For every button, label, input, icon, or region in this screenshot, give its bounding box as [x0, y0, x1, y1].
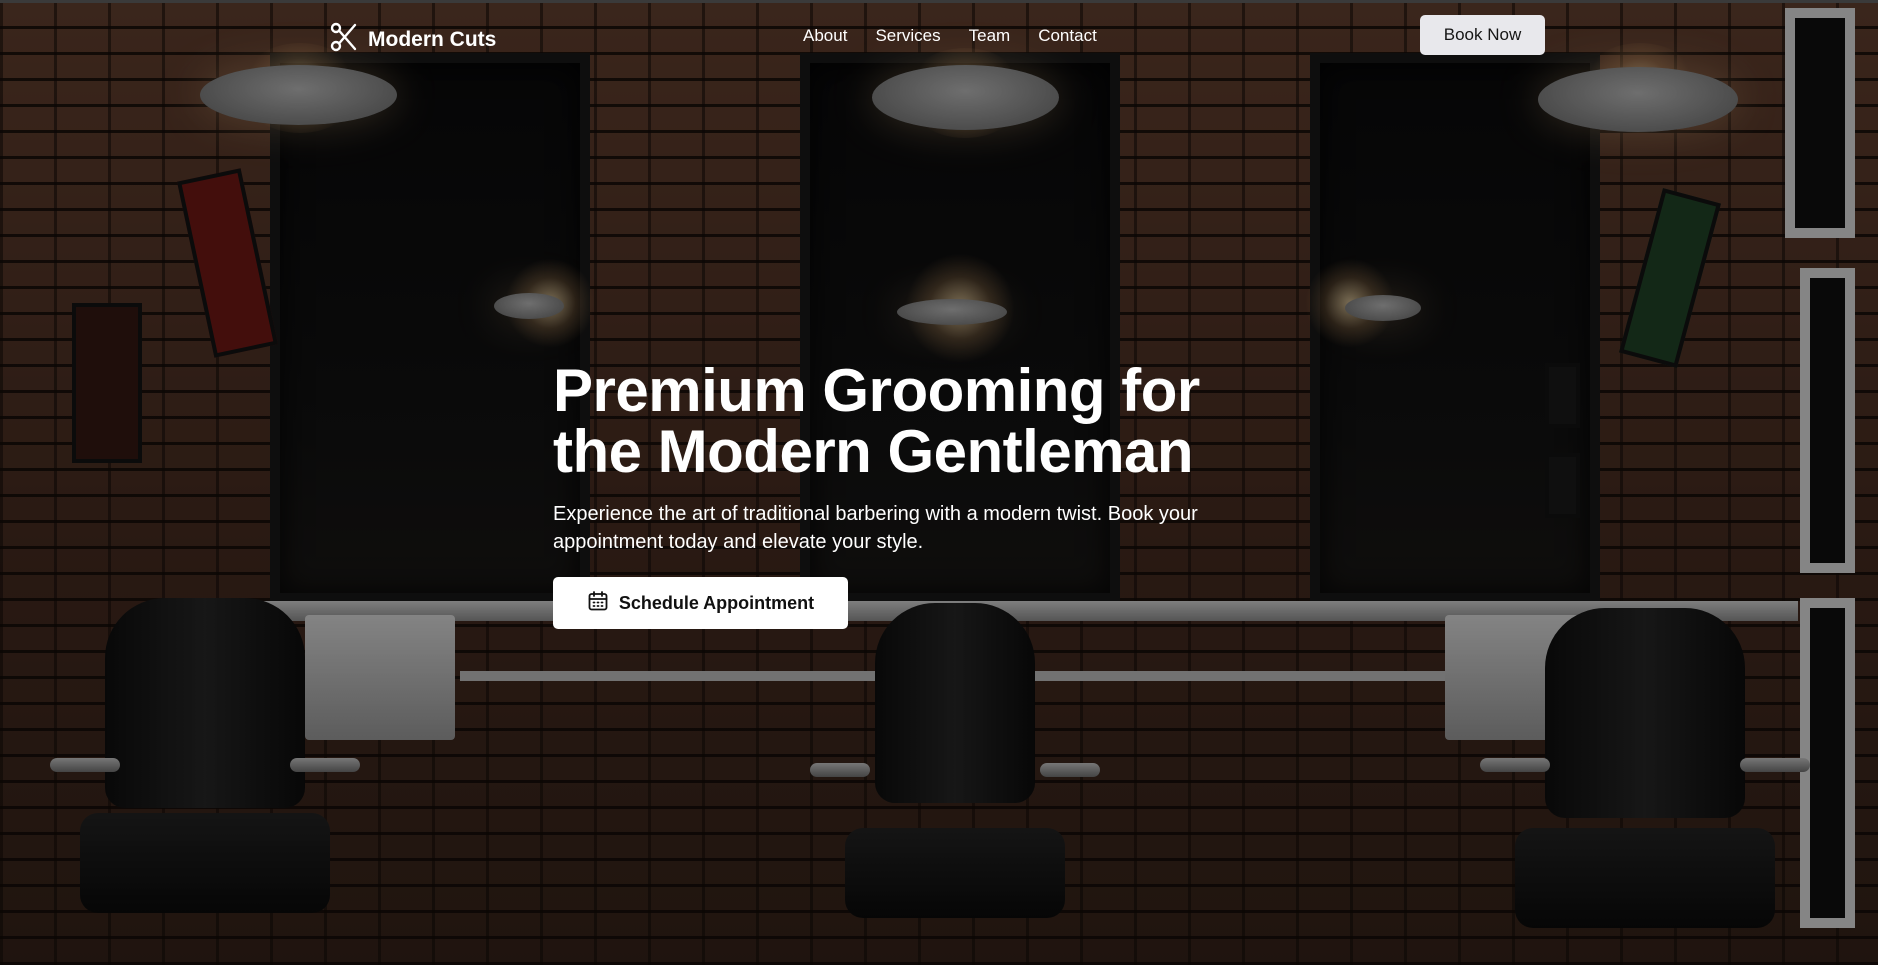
hero-content: Premium Grooming for the Modern Gentlema… [553, 360, 1273, 629]
hero-headline: Premium Grooming for the Modern Gentlema… [553, 360, 1273, 482]
nav-links: About Services Team Contact [803, 26, 1097, 46]
book-now-button[interactable]: Book Now [1420, 15, 1545, 55]
nav-link-team[interactable]: Team [969, 26, 1011, 46]
hero-headline-line-1: Premium Grooming for [553, 357, 1200, 424]
scissors-icon [330, 22, 358, 57]
hero-subtitle: Experience the art of traditional barber… [553, 503, 1198, 553]
top-navbar: Modern Cuts About Services Team Contact … [0, 3, 1878, 71]
schedule-appointment-label: Schedule Appointment [618, 592, 815, 613]
brand-logo-link[interactable]: Modern Cuts [330, 22, 496, 57]
hero-headline-line-2: the Modern Gentleman [553, 418, 1194, 485]
calendar-icon [587, 590, 609, 617]
nav-link-contact[interactable]: Contact [1038, 26, 1097, 46]
nav-link-about[interactable]: About [803, 26, 847, 46]
nav-link-services[interactable]: Services [875, 26, 940, 46]
hero-section: Modern Cuts About Services Team Contact … [0, 0, 1878, 965]
brand-name: Modern Cuts [368, 27, 497, 51]
schedule-appointment-button[interactable]: Schedule Appointment [553, 577, 848, 629]
